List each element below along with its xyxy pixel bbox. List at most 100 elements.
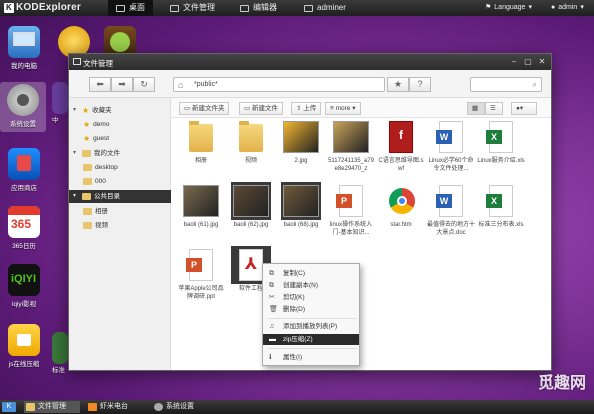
folder-icon: [231, 118, 271, 156]
nav-desktop[interactable]: 桌面: [108, 0, 153, 16]
task-label: 虾米电台: [100, 403, 128, 410]
nav-editor-label: 编辑器: [253, 3, 277, 12]
upload-button[interactable]: ⇧ 上传: [291, 102, 322, 115]
tree-item-desktop[interactable]: desktop: [69, 161, 118, 174]
more-button[interactable]: ≡ more ▾: [325, 102, 361, 115]
desktop-icon-my-computer[interactable]: 我的电脑: [2, 26, 46, 70]
tree-item-favorites[interactable]: ▾ ★ 收藏夹: [69, 104, 112, 117]
file-item[interactable]: X Linux服务介绍.xls: [477, 118, 525, 166]
file-name: linux操作系统入门-基本知识...: [329, 222, 373, 236]
expand-arrow-icon: ▾: [73, 107, 77, 113]
file-item[interactable]: f C语言思维导图.swf: [377, 118, 425, 173]
user-icon: ●: [551, 4, 556, 11]
file-name: 相册: [194, 158, 207, 164]
file-item[interactable]: W Linux必学60个命令文件处理...: [427, 118, 475, 173]
grid-view-button[interactable]: ▦: [467, 102, 485, 115]
refresh-button[interactable]: ↻: [133, 77, 155, 92]
minimize-button[interactable]: –: [509, 57, 519, 67]
editor-icon: [240, 4, 249, 12]
duplicate-icon: ⧉: [269, 282, 274, 289]
file-item[interactable]: W 最值得去的地方十大景点.doc: [427, 182, 475, 237]
radio-icon: [88, 403, 97, 411]
menu-item-zip[interactable]: ▬ zip压缩(Z): [263, 334, 359, 345]
folder-icon: [170, 4, 179, 12]
nav-adminer[interactable]: adminer: [296, 0, 354, 16]
desktop-icon-app-store[interactable]: 应用商店: [2, 148, 46, 192]
task-system-settings[interactable]: 系统设置: [152, 401, 212, 413]
tree-item-public[interactable]: ▾ 公共目录: [69, 190, 171, 203]
language-menu[interactable]: ⚑ Language ▾: [485, 0, 532, 16]
new-file-button[interactable]: ▭ 新建文件: [239, 102, 283, 115]
menu-item-cut[interactable]: ✂ 剪切(K): [263, 292, 359, 303]
desktop-icon-system-settings[interactable]: 系统设置: [0, 82, 46, 132]
swf-file-icon: f: [381, 118, 421, 156]
calendar-icon: 365: [8, 206, 40, 238]
file-item[interactable]: baoli (62).jpg: [227, 182, 275, 230]
list-view-button[interactable]: ☰: [485, 102, 503, 115]
file-item[interactable]: X 标准三分布表.xls: [477, 182, 525, 230]
menu-item-duplicate[interactable]: ⧉ 创建副本(N): [263, 280, 359, 291]
menu-item-label: 剪切(K): [283, 294, 305, 301]
top-bar: K KODExplorer 桌面 文件管理 编辑器 adminer ⚑ Langu…: [0, 0, 594, 16]
task-file-manager[interactable]: 文件管理: [24, 401, 80, 413]
app-store-icon: [8, 148, 40, 180]
view-options-button[interactable]: ●▾: [511, 102, 537, 115]
new-folder-label: 新建文件夹: [191, 105, 225, 112]
file-item[interactable]: 视频: [227, 118, 275, 166]
desktop-icon-calendar[interactable]: 365 365日历: [2, 206, 46, 250]
new-folder-button[interactable]: ▭ 新建文件夹: [179, 102, 230, 115]
tree-item-album[interactable]: 相册: [69, 205, 108, 218]
desktop-icon-label: iqiyi影视: [11, 301, 37, 308]
file-item[interactable]: 5117241135_a79e8e29470_z: [327, 118, 375, 173]
menu-item-properties[interactable]: ℹ 属性(I): [263, 352, 359, 363]
file-name: 苹果Apple公司品牌调研.ppt: [178, 286, 224, 300]
menu-item-add-to-playlist[interactable]: ♫ 添加到播放列表(P): [263, 321, 359, 332]
file-item[interactable]: star.htm: [377, 182, 425, 230]
maximize-button[interactable]: ▢: [523, 57, 533, 67]
nav-editor[interactable]: 编辑器: [232, 0, 285, 16]
menu-item-delete[interactable]: 🗑 删除(D): [263, 304, 359, 315]
file-item[interactable]: baoli (68).jpg: [277, 182, 325, 230]
search-input[interactable]: ⌕: [470, 77, 542, 92]
file-item[interactable]: 相册: [177, 118, 225, 166]
tree-item-video[interactable]: 视频: [69, 219, 108, 232]
start-button[interactable]: K: [2, 402, 16, 412]
chrome-file-icon: [381, 182, 421, 220]
file-item[interactable]: baoli (61).jpg: [177, 182, 225, 230]
tree-item-000[interactable]: 000: [69, 175, 106, 188]
file-item[interactable]: 2.jpg: [277, 118, 325, 166]
path-input[interactable]: ⌂ *public*: [173, 77, 385, 92]
tree-item-label: 相册: [95, 208, 108, 215]
favorite-button[interactable]: ★: [387, 77, 409, 92]
app-icon: [52, 82, 68, 114]
info-icon: ℹ: [269, 354, 272, 361]
file-item[interactable]: P 苹果Apple公司品牌调研.ppt: [177, 246, 225, 301]
desktop-icon-iqiyi[interactable]: iQIYI iqiyi影视: [2, 264, 46, 308]
path-segment[interactable]: *public*: [194, 81, 218, 88]
adminer-icon: [304, 4, 313, 12]
window-titlebar[interactable]: 文件管理 – ▢ ✕: [69, 54, 551, 70]
user-menu[interactable]: ● admin ▾: [551, 0, 584, 16]
desktop-icon-js-compress[interactable]: js在线压缩: [2, 324, 46, 368]
back-button[interactable]: ⬅: [89, 77, 111, 92]
file-item[interactable]: Plinux操作系统入门-基本知识...: [327, 182, 375, 237]
tree-item-label: 000: [95, 178, 106, 185]
folder-icon: [83, 164, 92, 171]
file-plus-icon: ▭: [244, 105, 252, 112]
task-xiami-radio[interactable]: 虾米电台: [86, 401, 146, 413]
forward-button[interactable]: ➡: [111, 77, 133, 92]
nav-file-manager[interactable]: 文件管理: [162, 0, 223, 16]
help-button[interactable]: ?: [409, 77, 431, 92]
expand-arrow-icon: ▾: [73, 150, 77, 156]
menu-item-label: 创建副本(N): [283, 282, 319, 289]
close-button[interactable]: ✕: [537, 57, 547, 67]
app-logo[interactable]: K KODExplorer: [4, 2, 81, 13]
list-icon: ☰: [490, 105, 496, 112]
folder-icon: [83, 208, 92, 215]
desktop-icon-label: 我的电脑: [11, 63, 37, 70]
tree-item-guest[interactable]: ★ guest: [69, 132, 109, 145]
menu-item-copy[interactable]: ⧉ 复制(C): [263, 268, 359, 279]
tree-item-demo[interactable]: ★ demo: [69, 118, 109, 131]
tree-item-my-files[interactable]: ▾ 我的文件: [69, 147, 120, 160]
arrow-left-icon: ⬅: [96, 79, 104, 89]
